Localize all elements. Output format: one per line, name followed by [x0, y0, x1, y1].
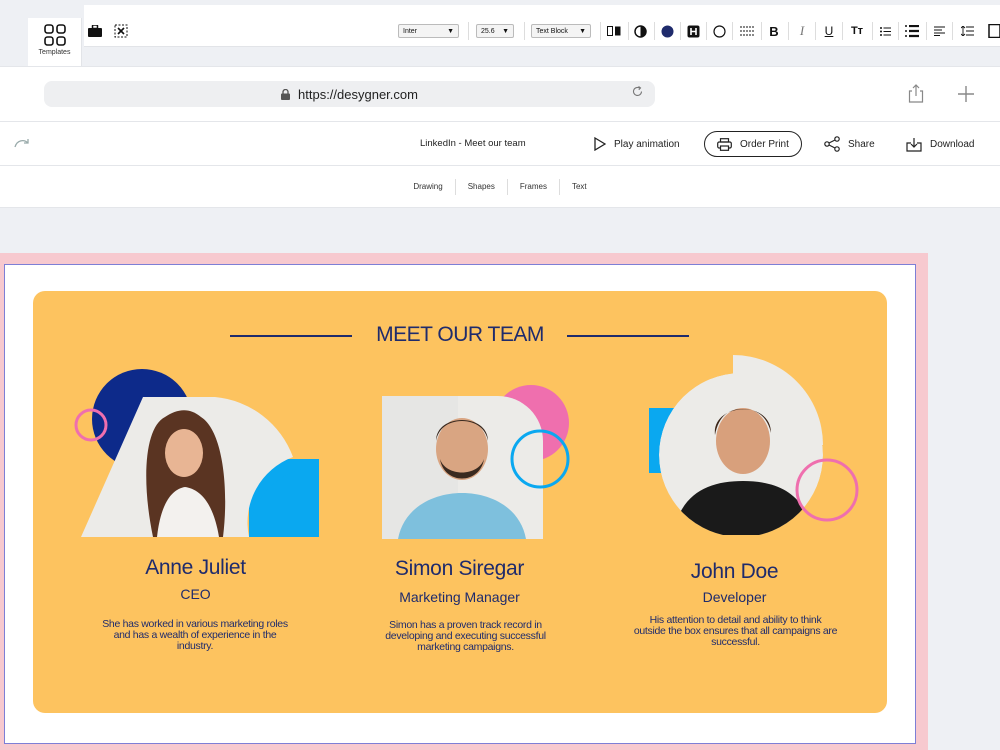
- highlight-icon[interactable]: [685, 20, 701, 42]
- divider: [872, 22, 873, 40]
- member-name[interactable]: Anne Juliet: [83, 556, 308, 580]
- member-name[interactable]: Simon Siregar: [347, 557, 572, 581]
- address-bar[interactable]: https://desygner.com: [44, 81, 655, 107]
- redo-icon[interactable]: [14, 137, 30, 149]
- font-size-select[interactable]: 25.6 ▼: [476, 24, 514, 38]
- member-role[interactable]: Marketing Manager: [347, 589, 572, 605]
- line-spacing-icon[interactable]: [960, 20, 974, 42]
- font-family-value: Inter: [403, 27, 418, 35]
- divider: [926, 22, 927, 40]
- divider: [600, 22, 601, 40]
- divider: [898, 22, 899, 40]
- italic-button[interactable]: I: [795, 20, 809, 42]
- chevron-down-icon: ▼: [579, 27, 586, 35]
- divider: [628, 22, 629, 40]
- order-print-button[interactable]: Order Print: [704, 131, 802, 157]
- share-browser-icon[interactable]: [908, 84, 924, 103]
- divider: [788, 22, 789, 40]
- format-toolbar: Inter ▼ 25.6 ▼ Text Block ▼ B I U Tт: [84, 5, 1000, 47]
- member-role[interactable]: Developer: [622, 589, 847, 605]
- tab-text[interactable]: Text: [560, 179, 599, 195]
- divider: [842, 22, 843, 40]
- text-size-button[interactable]: Tт: [848, 20, 866, 42]
- divider: [732, 22, 733, 40]
- divider: [680, 22, 681, 40]
- download-button[interactable]: Download: [906, 131, 974, 157]
- download-icon: [906, 137, 922, 152]
- team-card[interactable]: MEET OUR TEAM Anne Juliet CEO She has wo…: [33, 291, 887, 713]
- order-print-label: Order Print: [740, 138, 789, 150]
- spacing-icon[interactable]: [739, 20, 755, 42]
- templates-button[interactable]: Templates: [28, 18, 82, 66]
- chevron-down-icon: ▼: [502, 27, 509, 35]
- tab-drawing[interactable]: Drawing: [401, 178, 456, 195]
- flip-icon[interactable]: [606, 20, 622, 42]
- member-photo-anne[interactable]: [73, 369, 323, 541]
- heading-line-right: [567, 335, 689, 337]
- crop-off-icon[interactable]: [114, 20, 128, 42]
- format-toolbar-area: Inter ▼ 25.6 ▼ Text Block ▼ B I U Tт Tem…: [0, 0, 1000, 66]
- member-photo-john[interactable]: [643, 353, 863, 535]
- member-bio[interactable]: His attention to detail and ability to t…: [633, 615, 838, 648]
- member-bio[interactable]: She has worked in various marketing role…: [95, 619, 295, 652]
- tab-frames[interactable]: Frames: [508, 178, 560, 195]
- share-label: Share: [848, 138, 875, 150]
- printer-icon: [717, 137, 732, 151]
- divider: [815, 22, 816, 40]
- divider: [468, 22, 469, 40]
- text-color-swatch[interactable]: [659, 20, 675, 42]
- team-heading[interactable]: MEET OUR TEAM: [33, 323, 887, 347]
- font-family-select[interactable]: Inter ▼: [398, 24, 459, 38]
- member-photo-simon[interactable]: [378, 381, 578, 545]
- play-animation-button[interactable]: Play animation: [594, 131, 680, 157]
- contrast-icon[interactable]: [632, 20, 648, 42]
- templates-label: Templates: [38, 49, 71, 56]
- browser-bar: https://desygner.com: [0, 66, 1000, 122]
- lock-icon: [281, 88, 291, 100]
- divider: [524, 22, 525, 40]
- member-name[interactable]: John Doe: [622, 560, 847, 584]
- font-size-value: 25.6: [481, 27, 495, 35]
- app-header: LinkedIn - Meet our team Play animation …: [0, 122, 1000, 166]
- play-icon: [594, 137, 606, 151]
- underline-button[interactable]: U: [822, 20, 836, 42]
- circle-outline-icon[interactable]: [711, 20, 727, 42]
- block-type-select[interactable]: Text Block ▼: [531, 24, 591, 38]
- download-label: Download: [930, 138, 975, 150]
- divider: [952, 22, 953, 40]
- divider: [761, 22, 762, 40]
- member-role[interactable]: CEO: [83, 586, 308, 602]
- grid-icon: [43, 24, 66, 46]
- tool-tabs: Drawing Shapes Frames Text: [0, 166, 1000, 208]
- numbered-list-icon[interactable]: [904, 20, 920, 42]
- member-bio[interactable]: Simon has a proven track record in devel…: [368, 620, 563, 653]
- divider: [654, 22, 655, 40]
- new-tab-icon[interactable]: [958, 86, 974, 102]
- tab-shapes[interactable]: Shapes: [456, 178, 508, 195]
- share-icon: [824, 136, 840, 152]
- block-type-value: Text Block: [536, 27, 568, 35]
- bold-button[interactable]: B: [767, 20, 781, 42]
- briefcase-icon[interactable]: [88, 20, 102, 42]
- chevron-down-icon: ▼: [447, 27, 454, 35]
- reload-icon[interactable]: [632, 86, 643, 97]
- play-animation-label: Play animation: [614, 138, 680, 150]
- share-button[interactable]: Share: [824, 131, 875, 157]
- align-left-icon[interactable]: [932, 20, 946, 42]
- document-title[interactable]: LinkedIn - Meet our team: [420, 138, 526, 149]
- divider: [706, 22, 707, 40]
- bullet-list-icon[interactable]: [878, 20, 892, 42]
- more-tools-icon[interactable]: [988, 20, 1000, 42]
- url-text: https://desygner.com: [298, 86, 418, 102]
